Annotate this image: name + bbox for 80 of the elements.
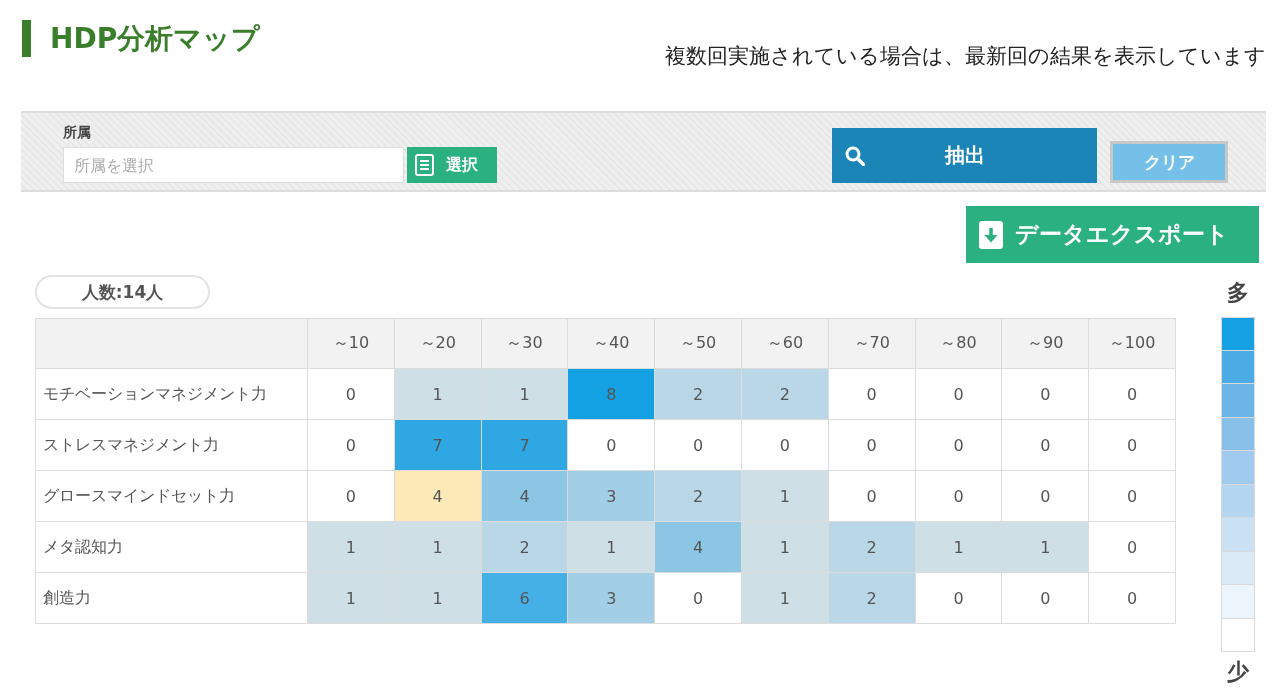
clear-button[interactable]: クリア [1110, 141, 1228, 183]
download-icon [979, 220, 1003, 249]
heatmap-cell: 0 [741, 419, 829, 471]
heatmap-cell: 0 [567, 419, 655, 471]
heatmap-cell: 6 [481, 572, 568, 624]
heatmap-cell: 2 [828, 521, 916, 573]
heatmap-cell: 2 [741, 368, 829, 420]
row-label-cell: モチベーションマネジメント力 [35, 368, 308, 420]
heatmap-cell: 0 [1088, 572, 1176, 624]
notice-text: 複数回実施されている場合は、最新回の結果を表示しています [665, 43, 1266, 70]
heatmap-cell: 3 [567, 572, 655, 624]
heatmap-cell: 0 [1088, 419, 1176, 471]
heatmap-cell: 1 [307, 521, 395, 573]
column-header: ～70 [828, 318, 916, 369]
heatmap-cell: 0 [828, 368, 916, 420]
heatmap-cell: 0 [1088, 521, 1176, 573]
search-icon [845, 145, 865, 166]
column-header: ～30 [481, 318, 568, 369]
heatmap-cell: 1 [741, 572, 829, 624]
column-header: ～40 [567, 318, 655, 369]
heatmap-cell: 1 [394, 368, 482, 420]
heatmap-cell: 4 [654, 521, 742, 573]
heatmap-cell: 1 [1001, 521, 1089, 573]
heatmap-cell: 2 [654, 368, 742, 420]
heatmap-cell: 7 [481, 419, 568, 471]
row-label-cell: メタ認知力 [35, 521, 308, 573]
field-label: 所属 [63, 123, 91, 141]
heatmap-cell: 2 [828, 572, 916, 624]
heatmap-cell: 7 [394, 419, 482, 471]
legend-low-label: 少 [1227, 658, 1249, 686]
heatmap-cell: 4 [394, 470, 482, 522]
heatmap-cell: 0 [1088, 368, 1176, 420]
heatmap-cell: 0 [1001, 572, 1089, 624]
heatmap-cell: 0 [1088, 470, 1176, 522]
heatmap-cell: 8 [567, 368, 655, 420]
data-export-button[interactable]: データエクスポート [966, 206, 1259, 263]
heatmap-cell: 1 [394, 521, 482, 573]
legend-high-label: 多 [1227, 279, 1249, 307]
heatmap-cell: 1 [307, 572, 395, 624]
heatmap-cell: 0 [654, 419, 742, 471]
heatmap-cell: 1 [741, 470, 829, 522]
heatmap-cell: 3 [567, 470, 655, 522]
column-header: ～50 [654, 318, 742, 369]
heatmap-cell: 1 [481, 368, 568, 420]
column-header: ～80 [915, 318, 1002, 369]
title-accent-bar [22, 20, 31, 57]
row-label-cell: ストレスマネジメント力 [35, 419, 308, 471]
page-title: HDP分析マップ [50, 21, 261, 57]
column-header: ～10 [307, 318, 395, 369]
heatmap-cell: 0 [307, 368, 395, 420]
heatmap-cell: 0 [307, 419, 395, 471]
heatmap-cell: 4 [481, 470, 568, 522]
headcount-label: 人数:14人 [35, 275, 210, 309]
row-label-cell: 創造力 [35, 572, 308, 624]
heatmap-cell: 0 [307, 470, 395, 522]
select-button[interactable]: 選択 [407, 147, 497, 183]
column-header: ～90 [1001, 318, 1089, 369]
heatmap-cell: 0 [654, 572, 742, 624]
column-header: ～100 [1088, 318, 1176, 369]
heatmap-cell: 2 [481, 521, 568, 573]
input-field[interactable]: 所属を選択 [63, 147, 404, 183]
row-label-cell: グロースマインドセット力 [35, 470, 308, 522]
heatmap-cell: 0 [828, 419, 916, 471]
list-icon [415, 154, 434, 176]
extract-button[interactable]: 抽出 [832, 128, 1097, 183]
heatmap-cell: 0 [915, 368, 1002, 420]
heatmap-cell: 2 [654, 470, 742, 522]
heatmap-cell: 1 [567, 521, 655, 573]
heatmap-cell: 0 [1001, 368, 1089, 420]
heatmap-cell: 0 [915, 470, 1002, 522]
heatmap-cell: 0 [1001, 470, 1089, 522]
heatmap-cell: 0 [915, 419, 1002, 471]
heatmap-cell: 0 [828, 470, 916, 522]
heatmap-cell: 1 [741, 521, 829, 573]
column-header: ～60 [741, 318, 829, 369]
heatmap-cell: 0 [915, 572, 1002, 624]
heatmap-cell: 1 [915, 521, 1002, 573]
heatmap-cell: 0 [1001, 419, 1089, 471]
column-header: ～20 [394, 318, 482, 369]
heatmap-cell: 1 [394, 572, 482, 624]
